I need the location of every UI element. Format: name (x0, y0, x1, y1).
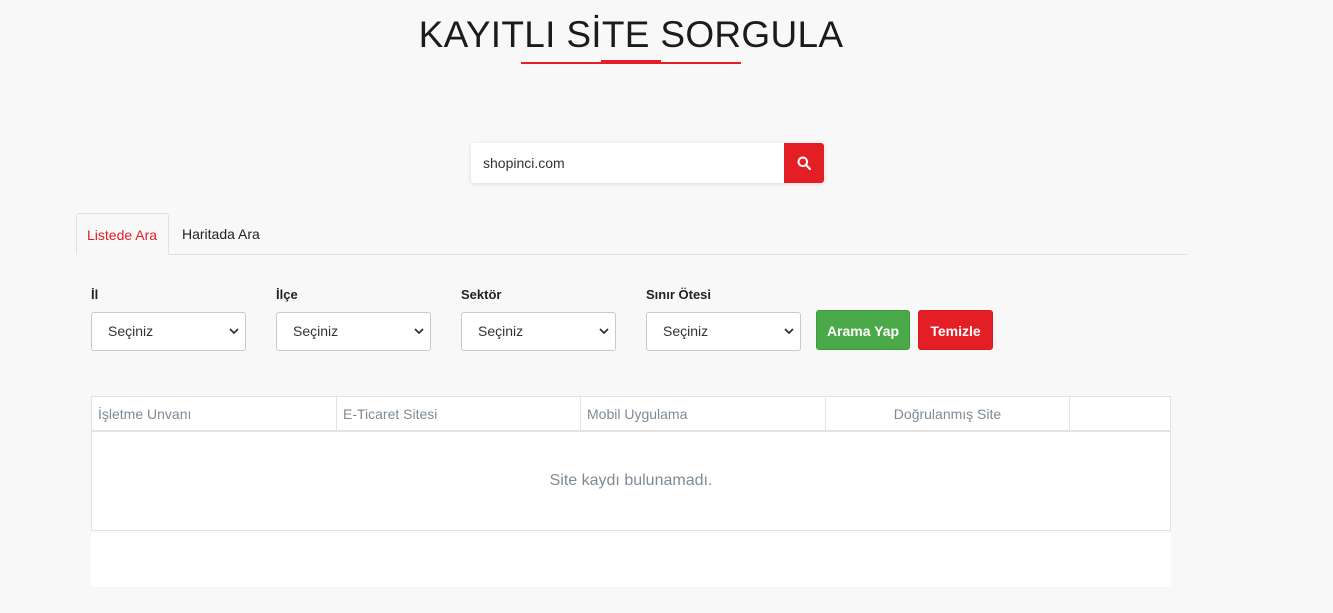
province-select-value: Seçiniz (108, 323, 154, 339)
filter-district: İlçe Seçiniz (276, 287, 431, 351)
tab-list-search[interactable]: Listede Ara (76, 213, 169, 255)
table-header: İşletme Unvanı E-Ticaret Sitesi Mobil Uy… (92, 397, 1170, 432)
district-select[interactable]: Seçiniz (276, 312, 431, 351)
title-underline-accent (601, 60, 661, 64)
filter-cross-border: Sınır Ötesi Seçiniz (646, 287, 801, 351)
column-extra (1070, 397, 1170, 430)
empty-message: Site kaydı bulunamadı. (549, 472, 713, 489)
filter-district-label: İlçe (276, 287, 298, 302)
page-title: KAYITLI SİTE SORGULA (418, 14, 844, 55)
clear-button[interactable]: Temizle (918, 310, 993, 350)
tab-map-search[interactable]: Haritada Ara (172, 213, 270, 255)
column-business-title: İşletme Unvanı (92, 397, 337, 430)
search-submit-button[interactable]: Arama Yap (816, 310, 910, 350)
results-table: İşletme Unvanı E-Ticaret Sitesi Mobil Uy… (91, 396, 1171, 531)
filter-sector-label: Sektör (461, 287, 502, 302)
sector-select[interactable]: Seçiniz (461, 312, 616, 351)
search-input[interactable] (471, 143, 784, 183)
table-footer (91, 533, 1171, 587)
sector-select-value: Seçiniz (478, 323, 524, 339)
search-bar (471, 143, 824, 183)
chevron-down-icon (414, 328, 424, 335)
filter-province: İl Seçiniz (91, 287, 246, 351)
column-verified-site: Doğrulanmış Site (826, 397, 1070, 430)
cross-border-select[interactable]: Seçiniz (646, 312, 801, 351)
chevron-down-icon (599, 328, 609, 335)
province-select[interactable]: Seçiniz (91, 312, 246, 351)
filter-province-label: İl (91, 287, 99, 302)
tab-bar: Listede Ara Haritada Ara (76, 213, 1187, 255)
filter-cross-border-label: Sınır Ötesi (646, 287, 712, 302)
search-icon (797, 156, 811, 170)
chevron-down-icon (784, 328, 794, 335)
column-ecommerce-site: E-Ticaret Sitesi (337, 397, 581, 430)
filter-sector: Sektör Seçiniz (461, 287, 616, 351)
chevron-down-icon (229, 328, 239, 335)
search-button[interactable] (784, 143, 824, 183)
column-mobile-app: Mobil Uygulama (581, 397, 826, 430)
cross-border-select-value: Seçiniz (663, 323, 709, 339)
district-select-value: Seçiniz (293, 323, 339, 339)
